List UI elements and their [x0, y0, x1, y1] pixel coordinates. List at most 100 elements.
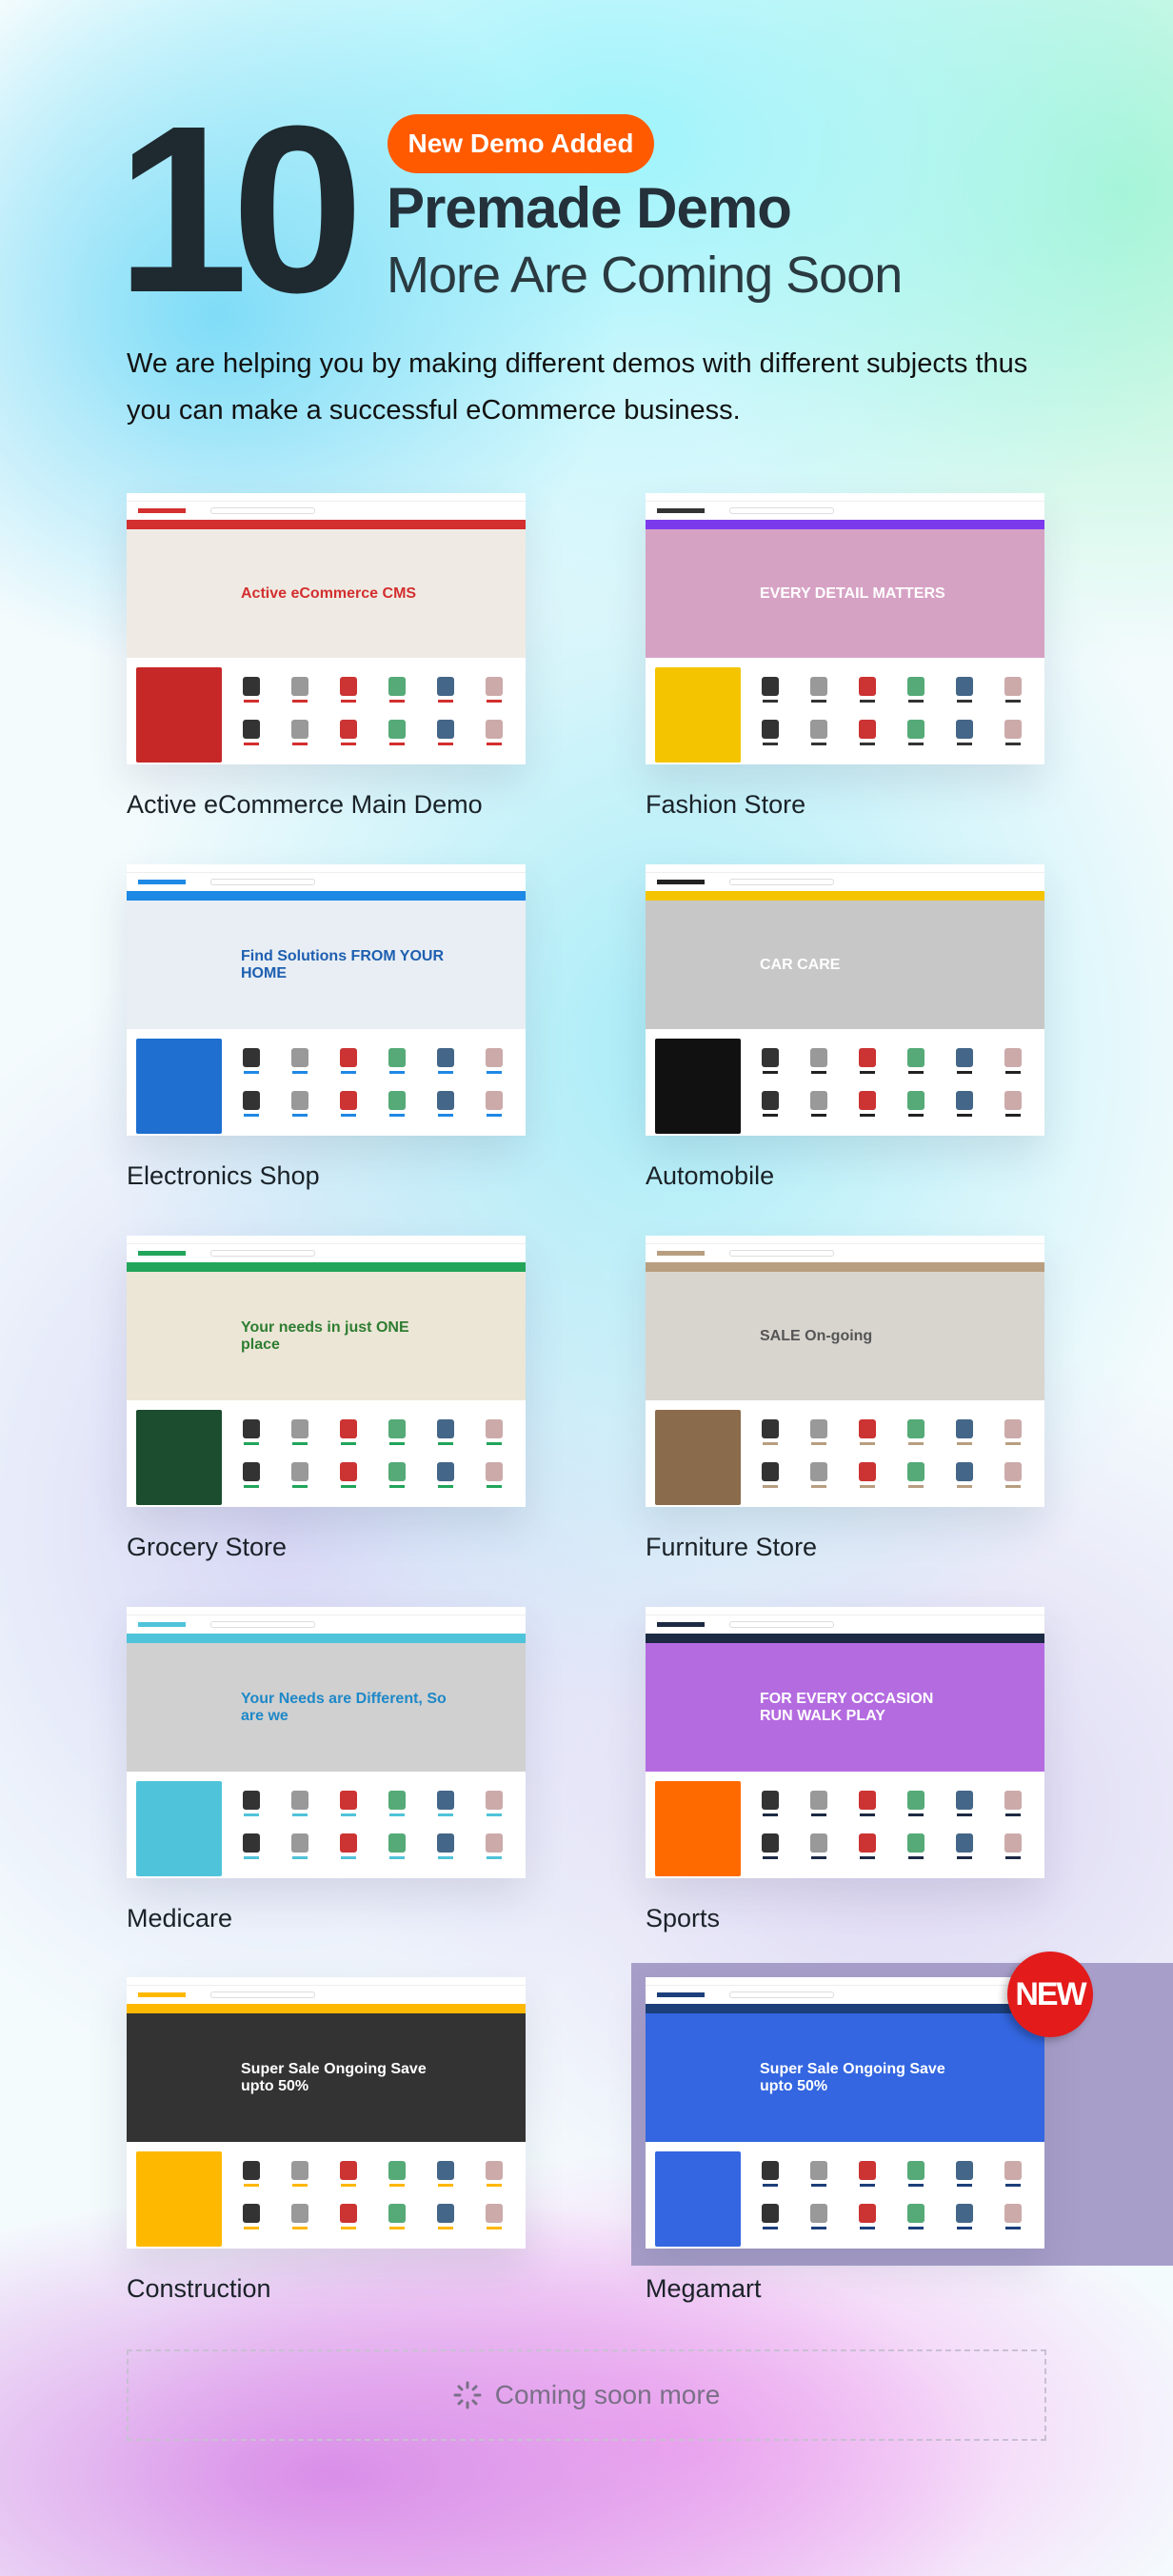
demo-thumbnail[interactable]: CAR CARE — [646, 864, 1044, 1136]
demo-card[interactable]: Your needs in just ONE place Grocery Sto… — [127, 1236, 526, 1561]
demo-name[interactable]: Medicare — [127, 1904, 232, 1933]
product-thumb — [229, 1462, 272, 1498]
product-thumb — [845, 2204, 888, 2240]
product-thumb — [992, 1462, 1035, 1498]
product-thumb — [278, 1462, 321, 1498]
product-thumb — [895, 1091, 938, 1127]
demo-banner: Active eCommerce CMS — [127, 529, 526, 658]
promo-block — [136, 667, 222, 763]
demo-name[interactable]: Furniture Store — [646, 1533, 817, 1562]
product-thumb — [229, 1833, 272, 1870]
product-thumb — [895, 1833, 938, 1870]
demo-card[interactable]: Active eCommerce CMS Active eCommerce Ma… — [127, 493, 526, 819]
demo-name[interactable]: Automobile — [646, 1161, 774, 1191]
banner-text: EVERY DETAIL MATTERS — [760, 585, 945, 602]
product-thumb — [327, 1791, 369, 1827]
product-thumb — [944, 1091, 986, 1127]
logo-icon — [657, 1992, 705, 1997]
product-thumb — [992, 1833, 1035, 1870]
product-thumb — [992, 1419, 1035, 1456]
product-thumb — [845, 720, 888, 756]
product-thumb — [845, 1791, 888, 1827]
product-thumb — [473, 1791, 516, 1827]
demo-card[interactable]: Find Solutions FROM YOUR HOME Electronic… — [127, 864, 526, 1190]
product-thumb — [473, 1833, 516, 1870]
product-thumb — [425, 677, 467, 713]
demo-thumbnail[interactable]: Super Sale Ongoing Save upto 50% — [646, 1977, 1044, 2249]
banner-text: Super Sale Ongoing Save upto 50% — [241, 2060, 427, 2094]
promo-block — [655, 1781, 741, 1876]
product-thumb — [327, 720, 369, 756]
demo-name[interactable]: Sports — [646, 1904, 720, 1933]
product-thumb — [895, 2204, 938, 2240]
demo-nav-bar — [127, 1634, 526, 1643]
demo-name[interactable]: Fashion Store — [646, 790, 805, 820]
demo-nav-bar — [646, 1634, 1044, 1643]
demo-name[interactable]: Electronics Shop — [127, 1161, 320, 1191]
product-thumb — [425, 720, 467, 756]
demo-banner: Your Needs are Different, So are we — [127, 1643, 526, 1772]
logo-icon — [657, 1622, 705, 1627]
demo-thumbnail[interactable]: Super Sale Ongoing Save upto 50% — [127, 1977, 526, 2249]
product-thumb — [278, 2204, 321, 2240]
product-thumb — [229, 1791, 272, 1827]
product-thumb — [944, 1833, 986, 1870]
product-thumb — [944, 1048, 986, 1084]
promo-block — [136, 1039, 222, 1134]
demo-nav-bar — [646, 520, 1044, 529]
product-thumb — [895, 2161, 938, 2197]
product-thumb — [278, 1419, 321, 1456]
product-thumb — [895, 677, 938, 713]
product-thumb — [327, 1091, 369, 1127]
demo-card[interactable]: FOR EVERY OCCASION RUN WALK PLAY Sports — [646, 1607, 1044, 1932]
product-thumb — [327, 1462, 369, 1498]
banner-text: Your needs in just ONE place — [241, 1318, 409, 1353]
demo-banner: FOR EVERY OCCASION RUN WALK PLAY — [646, 1643, 1044, 1772]
product-thumb — [229, 677, 272, 713]
product-thumb — [895, 1791, 938, 1827]
demo-card[interactable]: CAR CARE Automobile — [646, 864, 1044, 1190]
banner-text: CAR CARE — [760, 956, 841, 973]
demo-card[interactable]: SALE On-going Furniture Store — [646, 1236, 1044, 1561]
product-thumb — [845, 677, 888, 713]
demo-thumbnail[interactable]: SALE On-going — [646, 1236, 1044, 1507]
product-thumb — [229, 2161, 272, 2197]
demo-card[interactable]: EVERY DETAIL MATTERS Fashion Store — [646, 493, 1044, 819]
demo-card[interactable]: Your Needs are Different, So are we Medi… — [127, 1607, 526, 1932]
product-thumb — [895, 1419, 938, 1456]
demo-name[interactable]: Grocery Store — [127, 1533, 287, 1562]
product-thumb — [797, 677, 840, 713]
coming-soon-box: Coming soon more — [127, 2349, 1046, 2441]
demo-name[interactable]: Megamart — [646, 2274, 762, 2304]
product-thumb — [473, 2161, 516, 2197]
coming-soon-label: Coming soon more — [494, 2380, 721, 2409]
promo-block — [136, 1781, 222, 1876]
demo-thumbnail[interactable]: Your needs in just ONE place — [127, 1236, 526, 1507]
demo-thumbnail[interactable]: Your Needs are Different, So are we — [127, 1607, 526, 1878]
product-thumb — [327, 677, 369, 713]
new-demo-badge: New Demo Added — [388, 114, 654, 173]
demo-name[interactable]: Construction — [127, 2274, 271, 2304]
demo-thumbnail[interactable]: EVERY DETAIL MATTERS — [646, 493, 1044, 764]
product-thumb — [797, 1462, 840, 1498]
product-thumb — [473, 1091, 516, 1127]
demo-thumbnail[interactable]: FOR EVERY OCCASION RUN WALK PLAY — [646, 1607, 1044, 1878]
demo-card[interactable]: Super Sale Ongoing Save upto 50% Constru… — [127, 1977, 526, 2303]
product-thumb — [425, 1091, 467, 1127]
demo-card[interactable]: Super Sale Ongoing Save upto 50% Megamar… — [646, 1977, 1044, 2303]
demo-banner: Your needs in just ONE place — [127, 1272, 526, 1400]
product-thumb — [944, 720, 986, 756]
demo-name[interactable]: Active eCommerce Main Demo — [127, 790, 483, 820]
product-thumb — [748, 1462, 791, 1498]
product-thumb — [748, 2161, 791, 2197]
demo-banner: Super Sale Ongoing Save upto 50% — [127, 2013, 526, 2142]
demo-thumbnail[interactable]: Active eCommerce CMS — [127, 493, 526, 764]
new-ribbon-badge: NEW — [1007, 1952, 1093, 2037]
demo-nav-bar — [127, 1262, 526, 1272]
banner-text: SALE On-going — [760, 1327, 873, 1344]
page-subtitle: More Are Coming Soon — [387, 247, 903, 304]
intro-text: We are helping you by making different d… — [127, 348, 1028, 426]
promo-block — [655, 1410, 741, 1505]
demo-thumbnail[interactable]: Find Solutions FROM YOUR HOME — [127, 864, 526, 1136]
product-thumb — [473, 1048, 516, 1084]
